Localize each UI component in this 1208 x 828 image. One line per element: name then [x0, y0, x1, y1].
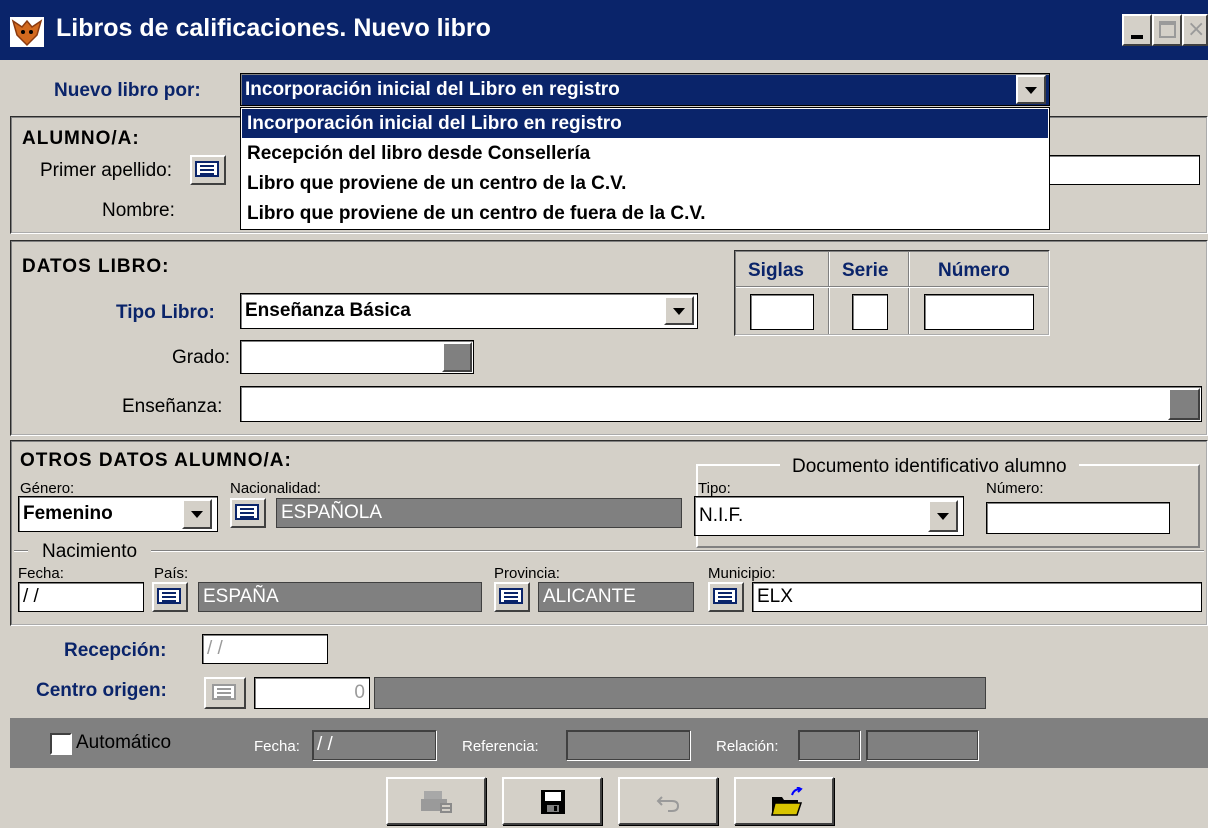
genero-label: Género:	[20, 480, 75, 497]
recepcion-input[interactable]: / /	[202, 634, 328, 664]
nuevo-libro-label: Nuevo libro por:	[54, 80, 201, 101]
undo-button[interactable]	[618, 777, 718, 825]
alumno-section-title: ALUMNO/A:	[22, 128, 140, 149]
centro-origen-lookup-button[interactable]	[204, 677, 246, 709]
list-icon	[499, 588, 523, 604]
save-button[interactable]	[502, 777, 602, 825]
recepcion-label: Recepción:	[64, 640, 167, 661]
documento-title: Documento identificativo alumno	[780, 456, 1079, 478]
auto-fecha-label: Fecha:	[254, 738, 300, 755]
ensenanza-label: Enseñanza:	[122, 396, 223, 417]
nuevo-libro-option[interactable]: Libro que proviene de un centro de la C.…	[242, 169, 1048, 198]
numero-header: Número	[938, 260, 1010, 281]
nacimiento-title: Nacimiento	[28, 541, 152, 563]
auto-fecha-field: / /	[312, 730, 436, 760]
grado-input[interactable]	[240, 340, 474, 374]
fecha-nacimiento-label: Fecha:	[18, 565, 64, 582]
centro-origen-name-field	[374, 677, 986, 709]
maximize-icon	[1159, 21, 1176, 38]
genero-dropdown-button[interactable]	[182, 499, 212, 529]
floppy-disk-icon	[541, 790, 565, 814]
list-icon	[235, 504, 259, 520]
genero-value: Femenino	[23, 503, 113, 524]
doc-tipo-value: N.I.F.	[699, 505, 744, 526]
doc-tipo-select[interactable]: N.I.F.	[694, 496, 964, 536]
close-button[interactable]: ×	[1182, 14, 1208, 46]
close-icon: ×	[1187, 17, 1206, 42]
undo-icon	[656, 796, 680, 812]
doc-numero-input[interactable]	[986, 502, 1170, 534]
numero-input[interactable]	[924, 294, 1034, 330]
ensenanza-input[interactable]	[240, 386, 1202, 422]
referencia-label: Referencia:	[462, 738, 539, 755]
nuevo-libro-options-list[interactable]: Incorporación inicial del Libro en regis…	[240, 107, 1050, 230]
provincia-lookup-button[interactable]	[494, 582, 530, 612]
otros-datos-section-title: OTROS DATOS ALUMNO/A:	[20, 450, 292, 471]
centro-origen-code-input[interactable]: 0	[254, 677, 370, 709]
provincia-label: Provincia:	[494, 565, 560, 582]
nuevo-libro-select[interactable]: Incorporación inicial del Libro en regis…	[240, 73, 1050, 106]
nuevo-libro-option[interactable]: Recepción del libro desde Consellería	[242, 139, 1048, 168]
referencia-field	[566, 730, 690, 760]
nacionalidad-label: Nacionalidad:	[230, 480, 321, 497]
nuevo-libro-option[interactable]: Libro que proviene de un centro de fuera…	[242, 199, 1048, 228]
print-button[interactable]	[386, 777, 486, 825]
list-icon	[212, 684, 236, 700]
ensenanza-lookup-button[interactable]	[1168, 388, 1200, 420]
serie-input[interactable]	[852, 294, 888, 330]
municipio-field[interactable]: ELX	[752, 582, 1202, 612]
maximize-button[interactable]	[1152, 14, 1182, 46]
minimize-icon	[1131, 35, 1143, 39]
printer-icon	[421, 791, 452, 813]
pais-lookup-button[interactable]	[152, 582, 188, 612]
grado-label: Grado:	[172, 347, 231, 368]
tipo-libro-label: Tipo Libro:	[116, 302, 215, 323]
nuevo-libro-dropdown-button[interactable]	[1016, 75, 1046, 104]
nuevo-libro-value: Incorporación inicial del Libro en regis…	[245, 79, 620, 100]
nacionalidad-lookup-button[interactable]	[230, 498, 266, 528]
pais-label: País:	[154, 565, 189, 582]
datos-libro-section-title: DATOS LIBRO:	[22, 256, 170, 277]
minimize-button[interactable]	[1122, 14, 1152, 46]
municipio-lookup-button[interactable]	[708, 582, 744, 612]
municipio-label: Municipio:	[708, 565, 776, 582]
list-icon	[713, 588, 737, 604]
siglas-header: Siglas	[748, 260, 804, 281]
pais-field: ESPAÑA	[198, 582, 482, 612]
open-folder-button[interactable]	[734, 777, 834, 825]
nacionalidad-field: ESPAÑOLA	[276, 498, 682, 528]
relacion-label: Relación:	[716, 738, 779, 755]
centro-origen-label: Centro origen:	[36, 680, 167, 701]
nombre-label: Nombre:	[102, 200, 175, 221]
primer-apellido-lookup-button[interactable]	[190, 155, 226, 185]
tipo-libro-select[interactable]: Enseñanza Básica	[240, 293, 698, 329]
siglas-input[interactable]	[750, 294, 814, 330]
list-icon	[195, 161, 219, 177]
relacion-field-2	[866, 730, 978, 760]
fecha-nacimiento-input[interactable]: / /	[18, 582, 144, 612]
doc-numero-label: Número:	[986, 480, 1044, 497]
nuevo-libro-option[interactable]: Incorporación inicial del Libro en regis…	[242, 109, 1048, 138]
nacimiento-separator	[14, 550, 1204, 552]
primer-apellido-label: Primer apellido:	[40, 160, 172, 181]
primer-apellido-input[interactable]	[1048, 155, 1200, 185]
doc-tipo-dropdown-button[interactable]	[928, 500, 958, 532]
tipo-libro-value: Enseñanza Básica	[245, 300, 411, 321]
grado-lookup-button[interactable]	[442, 342, 472, 372]
open-folder-icon	[771, 787, 803, 816]
automatico-checkbox[interactable]	[50, 733, 72, 755]
automatico-label: Automático	[76, 732, 172, 753]
tipo-libro-dropdown-button[interactable]	[664, 296, 694, 325]
app-logo-icon	[10, 17, 44, 47]
window-title: Libros de calificaciones. Nuevo libro	[56, 14, 491, 42]
doc-tipo-label: Tipo:	[698, 480, 731, 497]
relacion-field-1	[798, 730, 860, 760]
list-icon	[157, 588, 181, 604]
provincia-field: ALICANTE	[538, 582, 694, 612]
serie-header: Serie	[842, 260, 889, 281]
